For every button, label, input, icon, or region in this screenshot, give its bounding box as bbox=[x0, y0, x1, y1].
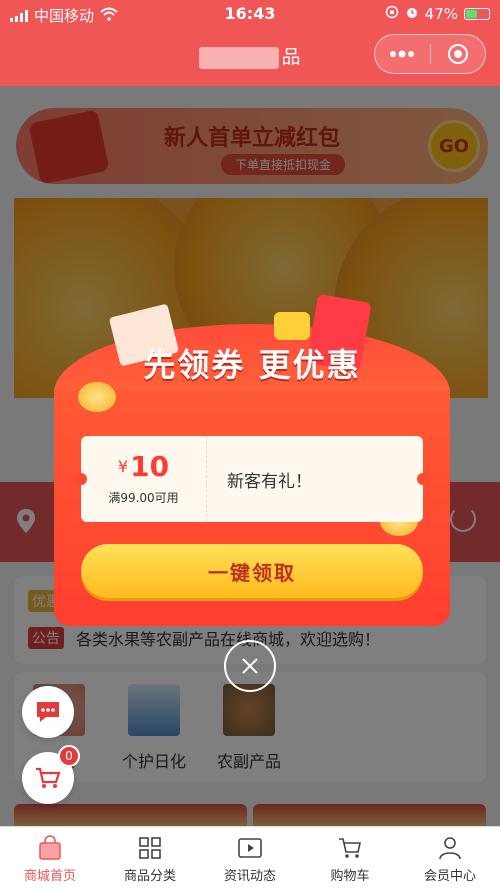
cart-icon bbox=[36, 767, 61, 788]
gold-ingot-decoration bbox=[274, 312, 310, 340]
bottom-tabbar: 商城首页 商品分类 资讯动态 购物车 会员中心 bbox=[0, 826, 500, 889]
coupon-amount: ¥10 bbox=[81, 450, 206, 483]
chat-bubble-icon bbox=[37, 702, 59, 722]
tab-member[interactable]: 会员中心 bbox=[400, 827, 500, 889]
rotation-lock-icon bbox=[385, 5, 399, 23]
more-menu-button[interactable] bbox=[375, 35, 430, 73]
coupon-value: 10 bbox=[130, 450, 170, 483]
tab-categories[interactable]: 商品分类 bbox=[100, 827, 200, 889]
shop-bag-icon bbox=[39, 835, 61, 860]
close-icon bbox=[242, 658, 258, 674]
more-dots-icon bbox=[390, 50, 415, 58]
tab-label: 购物车 bbox=[330, 869, 370, 884]
status-right: 47% bbox=[385, 5, 490, 23]
tab-label: 商品分类 bbox=[123, 869, 176, 884]
cart-count-badge: 0 bbox=[58, 745, 80, 767]
tab-news[interactable]: 资讯动态 bbox=[200, 827, 300, 889]
cart-icon bbox=[339, 838, 361, 858]
coupon-modal: 先领券 更优惠 ¥10 满99.00可用 新客有礼！ 一键领取 bbox=[54, 290, 450, 626]
battery-percent: 47% bbox=[424, 5, 458, 23]
coupon-condition: 满99.00可用 bbox=[108, 491, 179, 505]
gold-coin-decoration bbox=[78, 382, 116, 412]
claim-all-button[interactable]: 一键领取 bbox=[81, 544, 423, 598]
grid-icon bbox=[139, 837, 161, 859]
battery-icon bbox=[464, 8, 490, 20]
video-icon bbox=[238, 838, 262, 858]
coupon-card[interactable]: ¥10 满99.00可用 新客有礼！ bbox=[81, 436, 423, 522]
tab-cart[interactable]: 购物车 bbox=[300, 827, 400, 889]
nav-header: 品 bbox=[0, 28, 500, 86]
alarm-icon bbox=[405, 5, 419, 23]
coupon-amount-area: ¥10 满99.00可用 bbox=[81, 436, 207, 522]
chat-float-button[interactable] bbox=[22, 686, 74, 738]
mini-program-capsule bbox=[374, 34, 486, 74]
tab-label: 商城首页 bbox=[23, 869, 76, 884]
currency-symbol: ¥ bbox=[117, 457, 129, 476]
status-bar: 中国移动 16:43 47% bbox=[0, 0, 500, 28]
modal-close-button[interactable] bbox=[224, 640, 276, 692]
user-icon bbox=[439, 837, 461, 860]
tab-label: 会员中心 bbox=[423, 869, 476, 884]
modal-title: 先领券 更优惠 bbox=[143, 346, 361, 384]
tab-label: 资讯动态 bbox=[223, 869, 276, 884]
coupon-notch-left bbox=[75, 473, 87, 485]
coupon-description: 新客有礼！ bbox=[227, 471, 312, 492]
close-mini-program-button[interactable] bbox=[431, 35, 486, 73]
tab-home[interactable]: 商城首页 bbox=[0, 827, 100, 889]
target-icon bbox=[447, 44, 468, 64]
coupon-notch-right bbox=[417, 473, 429, 485]
blurred-title-part bbox=[199, 46, 280, 69]
